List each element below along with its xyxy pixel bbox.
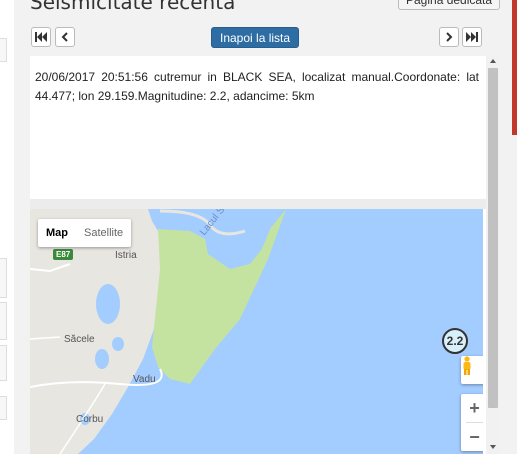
accent-bar <box>512 0 517 135</box>
zoom-out-button[interactable]: − <box>461 423 483 451</box>
chevron-right-icon <box>446 32 453 42</box>
sidebar-tab <box>0 302 7 340</box>
map-type-map-button[interactable]: Map <box>38 219 76 247</box>
map-type-control: Map Satellite <box>38 219 132 247</box>
scroll-down-icon[interactable] <box>486 442 500 452</box>
scrollbar[interactable] <box>486 56 500 454</box>
sidebar-tab <box>0 345 7 381</box>
next-button[interactable] <box>439 27 459 47</box>
sidebar-tab <box>0 38 7 62</box>
left-sidebar-edge <box>0 0 15 454</box>
place-label-vadu: Vadu <box>133 374 156 385</box>
last-button[interactable] <box>462 27 482 47</box>
map-view[interactable]: Lacul Sinoe E87 Istria Săcele Vadu Corbu… <box>30 209 483 454</box>
last-page-icon <box>466 32 478 42</box>
panel-title: Seismicitate recenta <box>30 0 236 14</box>
zoom-in-button[interactable]: + <box>461 394 483 422</box>
street-view-button[interactable] <box>461 356 483 384</box>
back-to-list-button[interactable]: Inapoi la lista <box>211 27 300 48</box>
prev-button[interactable] <box>55 27 75 47</box>
place-label-corbu: Corbu <box>76 414 104 425</box>
road-label: E87 <box>53 249 74 260</box>
dedicated-page-button[interactable]: Pagina dedicata <box>398 0 501 10</box>
scroll-up-icon[interactable] <box>486 56 500 66</box>
zoom-control: + − <box>461 394 483 451</box>
place-label-istria: Istria <box>115 250 137 261</box>
sidebar-tab <box>0 396 7 420</box>
event-description: 20/06/2017 20:51:56 cutremur in BLACK SE… <box>35 70 479 103</box>
first-page-icon <box>35 32 47 42</box>
earthquake-marker[interactable]: 2.2 <box>442 328 468 354</box>
first-button[interactable] <box>31 27 51 47</box>
chevron-left-icon <box>61 32 68 42</box>
scrollbar-thumb[interactable] <box>488 68 498 408</box>
sidebar-tab <box>0 258 7 298</box>
seismicity-panel: Seismicitate recenta Pagina dedicata Ina… <box>14 0 517 454</box>
map-type-satellite-button[interactable]: Satellite <box>76 219 131 247</box>
pegman-icon <box>463 356 471 375</box>
place-label-sacele: Săcele <box>64 334 95 345</box>
content-divider <box>30 199 486 209</box>
